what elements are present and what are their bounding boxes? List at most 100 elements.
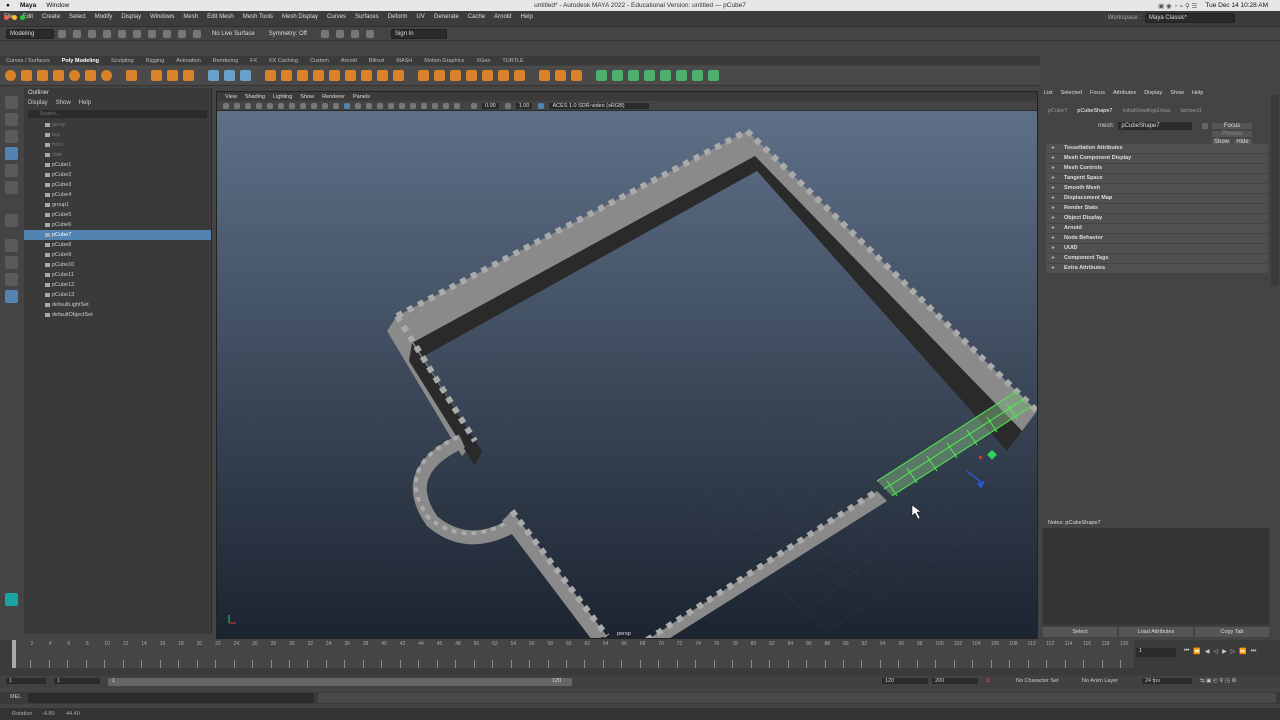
command-input[interactable]	[28, 693, 314, 703]
move-manipulator[interactable]	[966, 449, 997, 489]
step-back-icon[interactable]: ◀	[1205, 648, 1210, 655]
menu-mesh-display[interactable]: Mesh Display	[282, 14, 318, 20]
outliner-item[interactable]: pCube7	[24, 230, 211, 240]
playback-start-field[interactable]: 1	[54, 678, 100, 684]
hypershade-icon[interactable]	[365, 29, 374, 38]
text-icon[interactable]	[167, 70, 178, 81]
bridge-icon[interactable]	[377, 70, 388, 81]
step-back-key-icon[interactable]: ⏪	[1193, 648, 1200, 655]
select-hierarchy-icon[interactable]	[133, 29, 141, 38]
menu-arnold[interactable]: Arnold	[494, 14, 511, 20]
outliner-item[interactable]: pCube8	[24, 240, 211, 250]
gamma-value[interactable]: 1.00	[515, 102, 533, 109]
isolate-icon[interactable]	[421, 102, 427, 109]
outliner-item[interactable]: pCube6	[24, 220, 211, 230]
shelf-tab-xgen[interactable]: XGen	[476, 58, 490, 64]
attr-menu-show[interactable]: Show	[1170, 90, 1184, 96]
outliner-item[interactable]: defaultObjectSet	[24, 310, 211, 320]
viewport-menu-view[interactable]: View	[225, 94, 237, 100]
live-surface[interactable]: No Live Surface	[212, 31, 255, 37]
viewport-menu-renderer[interactable]: Renderer	[322, 94, 345, 100]
save-scene-icon[interactable]	[88, 29, 96, 38]
ao-icon[interactable]	[399, 102, 405, 109]
uv-icon[interactable]	[596, 70, 607, 81]
start-time-field[interactable]: 1	[6, 678, 46, 684]
current-time-marker[interactable]	[12, 640, 16, 668]
step-forward-icon[interactable]: ▷	[1231, 648, 1236, 655]
textured-icon[interactable]	[366, 102, 372, 109]
ipr-icon[interactable]	[335, 29, 344, 38]
gamma-icon[interactable]	[504, 102, 511, 109]
combine-icon[interactable]	[208, 70, 219, 81]
shelf-tab-poly-modeling[interactable]: Poly Modeling	[62, 58, 99, 64]
attr-tab[interactable]: pCubeShape7	[1077, 108, 1112, 114]
select-object-icon[interactable]	[148, 29, 156, 38]
attr-section[interactable]: Mesh Component Display	[1046, 154, 1268, 163]
menu-surfaces[interactable]: Surfaces	[355, 14, 379, 20]
uv-sew-icon[interactable]	[708, 70, 719, 81]
outliner-menu-display[interactable]: Display	[28, 100, 48, 106]
outliner-item[interactable]: pCube1	[24, 160, 211, 170]
colorspace-select[interactable]: ACES 1.0 SDR-video (sRGB)	[549, 102, 650, 109]
image-plane-icon[interactable]	[256, 102, 262, 109]
attr-section[interactable]: UUID	[1046, 244, 1268, 253]
outliner-item[interactable]: pCube11	[24, 270, 211, 280]
safe-action-icon[interactable]	[322, 102, 328, 109]
outliner-menu-show[interactable]: Show	[56, 100, 71, 106]
cone-icon[interactable]	[53, 70, 64, 81]
mode-select[interactable]: Modeling	[6, 28, 54, 39]
render-icon[interactable]	[320, 29, 329, 38]
attr-section[interactable]: Smooth Mesh	[1046, 184, 1268, 193]
shelf-tab-turtle[interactable]: TURTLE	[502, 58, 523, 64]
attr-nav-icon[interactable]	[1202, 123, 1209, 129]
open-scene-icon[interactable]	[73, 29, 81, 38]
character-set-select[interactable]: No Character Set	[1016, 678, 1059, 684]
snap-point-icon[interactable]	[193, 29, 201, 38]
attr-section[interactable]: Node Behavior	[1046, 234, 1268, 243]
attr-section[interactable]: Tangent Space	[1046, 174, 1268, 183]
camera-attr-icon[interactable]	[234, 102, 240, 109]
outliner-layout-icon[interactable]	[4, 290, 18, 303]
shelf-tab-motion-graphics[interactable]: Motion Graphics	[424, 58, 464, 64]
menu-edit-mesh[interactable]: Edit Mesh	[207, 14, 234, 20]
uv-planar-icon[interactable]	[612, 70, 623, 81]
shelf-tab-bifrost[interactable]: Bifrost	[369, 58, 385, 64]
workspace-select[interactable]: Maya Classic*	[1145, 13, 1235, 23]
uv-spherical-icon[interactable]	[644, 70, 655, 81]
xray-active-icon[interactable]	[454, 102, 460, 109]
shelf-tab-rendering[interactable]: Rendering	[213, 58, 238, 64]
attr-section[interactable]: Displacement Map	[1046, 194, 1268, 203]
scene-canvas[interactable]: persp	[217, 111, 1038, 639]
knife-icon[interactable]	[539, 70, 550, 81]
sign-in-button[interactable]: Sign In	[390, 28, 447, 39]
current-frame-field[interactable]: 1	[1136, 648, 1176, 657]
outliner-item[interactable]: pCube12	[24, 280, 211, 290]
exposure-icon[interactable]	[471, 102, 477, 109]
lasso-tool-icon[interactable]	[4, 113, 18, 126]
outliner-item[interactable]: persp	[24, 120, 211, 130]
viewport-menu-lighting[interactable]: Lighting	[273, 94, 292, 100]
wedge-icon[interactable]	[571, 70, 582, 81]
undo-icon[interactable]	[103, 29, 111, 38]
field-chart-icon[interactable]	[311, 102, 317, 109]
uv-cylindrical-icon[interactable]	[628, 70, 639, 81]
single-view-icon[interactable]	[4, 239, 18, 252]
presets-button[interactable]: Presets	[1212, 131, 1252, 137]
shelf-tab-animation[interactable]: Animation	[176, 58, 200, 64]
sphere-icon[interactable]	[5, 70, 16, 81]
boolean-intersect-icon[interactable]	[297, 70, 308, 81]
outliner-item[interactable]: pCube13	[24, 290, 211, 300]
copy-tab-button[interactable]: Copy Tab	[1195, 627, 1269, 637]
anim-layer-select[interactable]: No Anim Layer	[1082, 678, 1118, 684]
fps-select[interactable]: 24 fps	[1142, 678, 1192, 684]
last-tool-icon[interactable]	[4, 214, 18, 227]
edge-loop-icon[interactable]	[514, 70, 525, 81]
step-forward-key-icon[interactable]: ⏩	[1239, 648, 1246, 655]
wireframe-icon[interactable]	[333, 102, 339, 109]
smooth-icon[interactable]	[240, 70, 251, 81]
shelf-tab-arnold[interactable]: Arnold	[341, 58, 357, 64]
shelf-tab-custom[interactable]: Custom	[310, 58, 329, 64]
superellipse-icon[interactable]	[151, 70, 162, 81]
minimize-button[interactable]	[12, 15, 17, 20]
uv-auto-icon[interactable]	[660, 70, 671, 81]
